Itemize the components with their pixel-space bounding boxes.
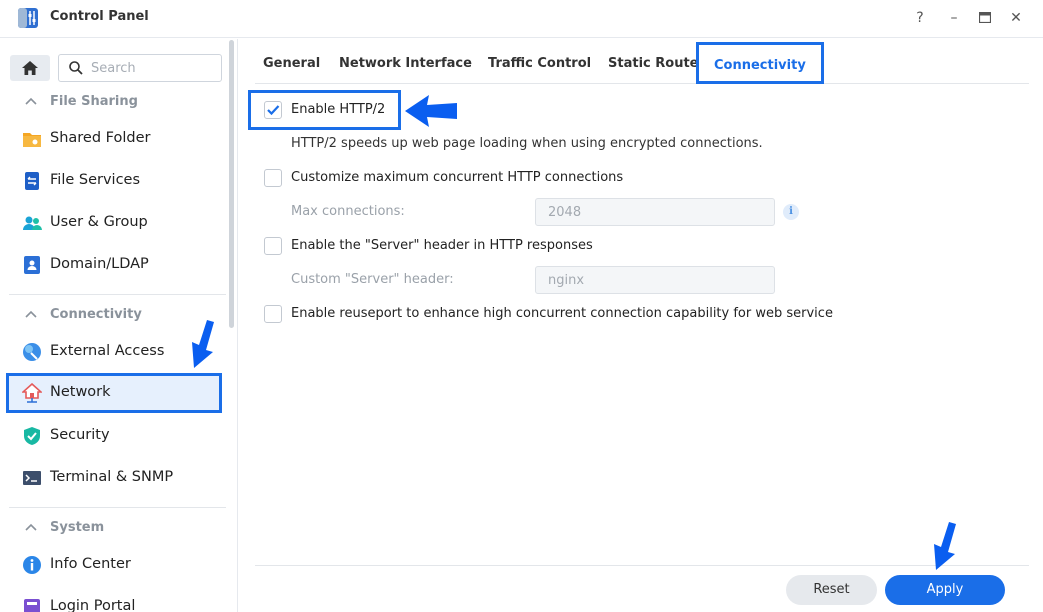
- section-divider: [9, 294, 226, 295]
- sidebar-item-label: User & Group: [50, 214, 148, 230]
- sidebar-item-info-center[interactable]: Info Center: [6, 545, 222, 585]
- chevron-up-icon: [25, 523, 37, 531]
- home-icon: [22, 61, 38, 75]
- sidebar-scrollbar[interactable]: [229, 40, 234, 328]
- reuseport-option-label: Enable reuseport to enhance high concurr…: [291, 306, 833, 321]
- server-header-label: Custom "Server" header:: [291, 272, 454, 287]
- shield-icon: [24, 427, 40, 445]
- sidebar-item-label: External Access: [50, 343, 165, 359]
- section-file-sharing[interactable]: File Sharing: [0, 89, 226, 117]
- sidebar-item-label: Login Portal: [50, 598, 136, 612]
- sidebar-item-login-portal[interactable]: Login Portal: [6, 587, 222, 612]
- reuseport-checkbox[interactable]: [264, 305, 282, 323]
- sidebar-item-label: Domain/LDAP: [50, 256, 149, 272]
- home-button[interactable]: [10, 55, 50, 81]
- section-label: System: [50, 520, 105, 535]
- search-box[interactable]: [58, 54, 222, 82]
- sidebar-item-label: Info Center: [50, 556, 131, 572]
- sidebar-item-label: Security: [50, 427, 110, 443]
- chevron-up-icon: [25, 97, 37, 105]
- sidebar-item-domain-ldap[interactable]: Domain/LDAP: [6, 245, 222, 285]
- sidebar-item-user-group[interactable]: User & Group: [6, 203, 222, 243]
- domain-ldap-icon: [24, 256, 40, 274]
- maximize-icon: [978, 11, 992, 24]
- reset-button[interactable]: Reset: [786, 575, 877, 605]
- search-input[interactable]: [91, 59, 217, 77]
- close-button[interactable]: ✕: [1006, 8, 1026, 28]
- tab-bar: General Network Interface Traffic Contro…: [255, 40, 1029, 84]
- sidebar-item-label: Network: [50, 384, 111, 400]
- shared-folder-icon: [23, 133, 41, 147]
- tab-traffic-control[interactable]: Traffic Control: [488, 40, 591, 83]
- info-icon[interactable]: i: [783, 204, 799, 220]
- max-connections-option-label: Customize maximum concurrent HTTP connec…: [291, 170, 624, 185]
- max-connections-label: Max connections:: [291, 204, 405, 219]
- apply-button[interactable]: Apply: [885, 575, 1005, 605]
- max-connections-field[interactable]: 2048: [535, 198, 775, 226]
- sidebar-item-label: Shared Folder: [50, 130, 151, 146]
- tab-general[interactable]: General: [263, 40, 320, 83]
- terminal-icon: [23, 471, 41, 485]
- section-label: File Sharing: [50, 94, 138, 109]
- section-system[interactable]: System: [0, 515, 226, 543]
- server-header-option-label: Enable the "Server" header in HTTP respo…: [291, 238, 593, 253]
- sidebar-item-label: File Services: [50, 172, 141, 188]
- pointer-arrow-icon: [405, 95, 457, 127]
- server-header-field[interactable]: nginx: [535, 266, 775, 294]
- maximize-button[interactable]: [975, 8, 995, 28]
- network-house-icon: [22, 383, 42, 403]
- help-button[interactable]: ?: [910, 8, 930, 28]
- sidebar-item-security[interactable]: Security: [6, 416, 222, 456]
- sidebar-item-label: Terminal & SNMP: [50, 469, 174, 485]
- file-services-icon: [25, 172, 39, 190]
- control-panel-icon: [18, 8, 38, 28]
- sidebar-item-terminal-snmp[interactable]: Terminal & SNMP: [6, 458, 222, 498]
- chevron-up-icon: [25, 310, 37, 318]
- search-icon: [69, 61, 83, 75]
- pointer-arrow-icon: [192, 320, 214, 368]
- footer-divider: [255, 565, 1029, 566]
- tab-network-interface[interactable]: Network Interface: [339, 40, 472, 83]
- checkmark-icon: [267, 105, 280, 116]
- sidebar-item-network[interactable]: Network: [6, 373, 222, 413]
- http2-hint-text: HTTP/2 speeds up web page loading when u…: [291, 136, 763, 151]
- enable-http2-label: Enable HTTP/2: [291, 102, 386, 117]
- window-title: Control Panel: [50, 9, 149, 24]
- max-connections-checkbox[interactable]: [264, 169, 282, 187]
- minimize-button[interactable]: –: [944, 8, 964, 28]
- login-portal-icon: [24, 599, 40, 612]
- title-bar: Control Panel ? – ✕: [0, 0, 1043, 38]
- sidebar-item-shared-folder[interactable]: Shared Folder: [6, 119, 222, 159]
- section-label: Connectivity: [50, 307, 142, 322]
- info-icon: [23, 556, 41, 574]
- enable-http2-checkbox[interactable]: [264, 101, 282, 119]
- user-group-icon: [23, 216, 42, 230]
- external-access-icon: [23, 343, 41, 361]
- sidebar-item-file-services[interactable]: File Services: [6, 161, 222, 201]
- tab-static-route[interactable]: Static Route: [608, 40, 698, 83]
- pointer-arrow-icon: [934, 522, 956, 570]
- section-divider: [9, 507, 226, 508]
- tab-connectivity[interactable]: Connectivity: [696, 42, 824, 84]
- server-header-checkbox[interactable]: [264, 237, 282, 255]
